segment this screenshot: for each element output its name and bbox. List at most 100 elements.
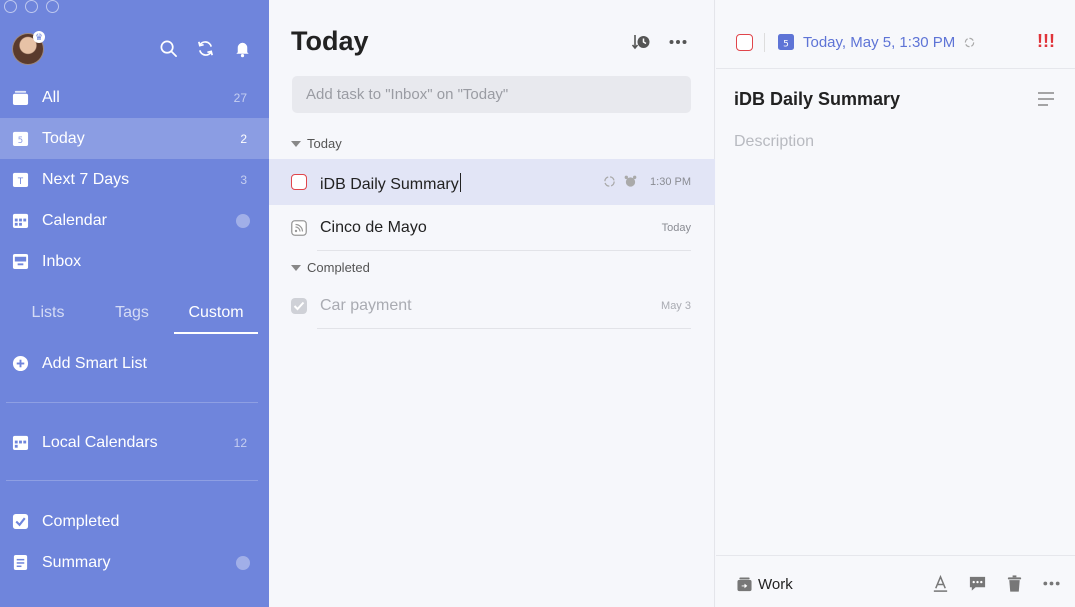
item-count: 3 <box>240 172 247 187</box>
premium-crown-icon: ♛ <box>33 31 45 43</box>
task-title[interactable]: iDB Daily Summary <box>320 173 461 194</box>
add-task-input[interactable] <box>292 76 691 113</box>
sidebar-item-label: Summary <box>42 553 111 571</box>
sidebar-item-summary[interactable]: Summary <box>0 542 269 583</box>
bell-icon[interactable] <box>232 38 252 58</box>
comment-icon[interactable] <box>968 574 987 593</box>
sidebar-item-label: Calendar <box>42 211 107 229</box>
row-divider <box>317 250 691 251</box>
task-title-field[interactable]: iDB Daily Summary <box>734 89 900 110</box>
plus-circle-icon <box>12 355 29 372</box>
detail-task-checkbox[interactable] <box>736 34 753 51</box>
move-to-list-icon <box>737 577 752 592</box>
sidebar-item-all[interactable]: All 27 <box>0 77 269 118</box>
detail-footer: Work <box>716 555 1075 607</box>
add-smart-list-label: Add Smart List <box>42 354 147 372</box>
section-label: Completed <box>307 260 370 275</box>
minimize-window-button[interactable] <box>25 0 38 13</box>
collapse-triangle-icon[interactable] <box>291 264 301 271</box>
due-date-button[interactable]: Today, May 5, 1:30 PM <box>803 34 955 51</box>
text-format-icon[interactable] <box>931 574 950 593</box>
tab-lists[interactable]: Lists <box>6 300 90 334</box>
sidebar-item-label: Next 7 Days <box>42 170 130 188</box>
item-count: 27 <box>233 90 247 105</box>
svg-text:5: 5 <box>18 136 23 146</box>
calendar-day-icon[interactable]: 5 <box>778 33 794 50</box>
repeat-icon <box>964 37 975 48</box>
premium-badge-icon <box>236 555 250 570</box>
alarm-clock-icon <box>624 175 637 187</box>
sidebar-divider <box>6 402 258 403</box>
sidebar-item-local-calendars[interactable]: Local Calendars 12 <box>0 422 269 463</box>
calendar-icon <box>12 213 29 229</box>
sidebar-item-label: All <box>42 88 60 106</box>
sidebar-tabs: Lists Tags Custom <box>6 300 258 334</box>
premium-badge-icon <box>236 213 250 228</box>
description-field[interactable]: Description <box>734 133 814 151</box>
detail-header: 5 Today, May 5, 1:30 PM !!! <box>716 0 1075 69</box>
section-header-today[interactable]: Today <box>291 136 342 151</box>
search-icon[interactable] <box>158 38 178 58</box>
task-row-completed[interactable]: Car payment May 3 <box>269 283 715 329</box>
list-toolbar <box>631 32 688 52</box>
priority-flag-icon[interactable]: !!! <box>1037 31 1055 52</box>
header-separator <box>764 33 765 52</box>
svg-text:5: 5 <box>783 40 789 50</box>
close-window-button[interactable] <box>4 0 17 13</box>
checkbox-checked-icon[interactable] <box>291 298 307 314</box>
task-title[interactable]: Car payment <box>320 297 412 315</box>
task-title[interactable]: Cinco de Mayo <box>320 219 427 237</box>
inbox-stack-icon <box>12 90 29 106</box>
sidebar-item-label: Today <box>42 129 85 147</box>
sidebar-divider <box>6 480 258 481</box>
checkbox-checked-icon <box>12 513 29 530</box>
task-checkbox[interactable] <box>291 174 307 190</box>
calendar-feed-icon <box>291 220 307 236</box>
add-smart-list-button[interactable]: Add Smart List <box>0 343 269 384</box>
page-title: Today <box>291 26 369 56</box>
sidebar: ♛ All 27 5 Today 2 T Next 7 Days 3 Calen… <box>0 0 269 607</box>
summary-document-icon <box>13 554 28 571</box>
row-divider <box>317 328 691 329</box>
inbox-icon <box>12 253 29 270</box>
item-count: 12 <box>233 435 247 450</box>
section-header-completed[interactable]: Completed <box>291 260 370 275</box>
calendar-day-icon: 5 <box>12 131 29 146</box>
sort-by-time-icon[interactable] <box>631 32 651 52</box>
task-detail-panel: 5 Today, May 5, 1:30 PM !!! iDB Daily Su… <box>716 0 1075 607</box>
tab-tags[interactable]: Tags <box>90 300 174 334</box>
list-name: Work <box>758 576 793 593</box>
more-options-icon[interactable] <box>1042 574 1061 593</box>
sidebar-item-next-7-days[interactable]: T Next 7 Days 3 <box>0 159 269 200</box>
more-options-icon[interactable] <box>668 32 688 52</box>
detail-actions <box>931 574 1061 593</box>
task-list-panel: Today Today iDB Daily Summary 1:30 PM Ci… <box>269 0 715 607</box>
sidebar-item-inbox[interactable]: Inbox <box>0 241 269 282</box>
task-row[interactable]: Cinco de Mayo Today <box>269 205 715 251</box>
calendar-icon <box>12 435 29 451</box>
sidebar-toolbar <box>158 38 252 58</box>
window-controls <box>4 0 59 13</box>
collapse-triangle-icon[interactable] <box>291 140 301 147</box>
sidebar-item-label: Local Calendars <box>42 433 158 451</box>
text-mode-icon[interactable] <box>1037 91 1055 107</box>
repeat-icon <box>604 176 615 187</box>
trash-icon[interactable] <box>1005 574 1024 593</box>
calendar-week-icon: T <box>12 172 29 187</box>
task-row[interactable]: iDB Daily Summary 1:30 PM <box>269 159 715 205</box>
sidebar-item-today[interactable]: 5 Today 2 <box>0 118 269 159</box>
tab-custom[interactable]: Custom <box>174 300 258 334</box>
sidebar-item-calendar[interactable]: Calendar <box>0 200 269 241</box>
sidebar-item-label: Completed <box>42 512 120 530</box>
sidebar-item-completed[interactable]: Completed <box>0 501 269 542</box>
list-selector[interactable]: Work <box>737 576 793 593</box>
item-count: 2 <box>240 131 247 146</box>
svg-text:T: T <box>17 177 24 187</box>
sync-icon[interactable] <box>195 38 215 58</box>
sidebar-item-label: Inbox <box>42 252 82 270</box>
task-due-date: Today <box>661 222 691 234</box>
section-label: Today <box>307 136 342 151</box>
task-due-time: 1:30 PM <box>650 176 691 188</box>
text-cursor <box>459 173 461 192</box>
zoom-window-button[interactable] <box>46 0 59 13</box>
